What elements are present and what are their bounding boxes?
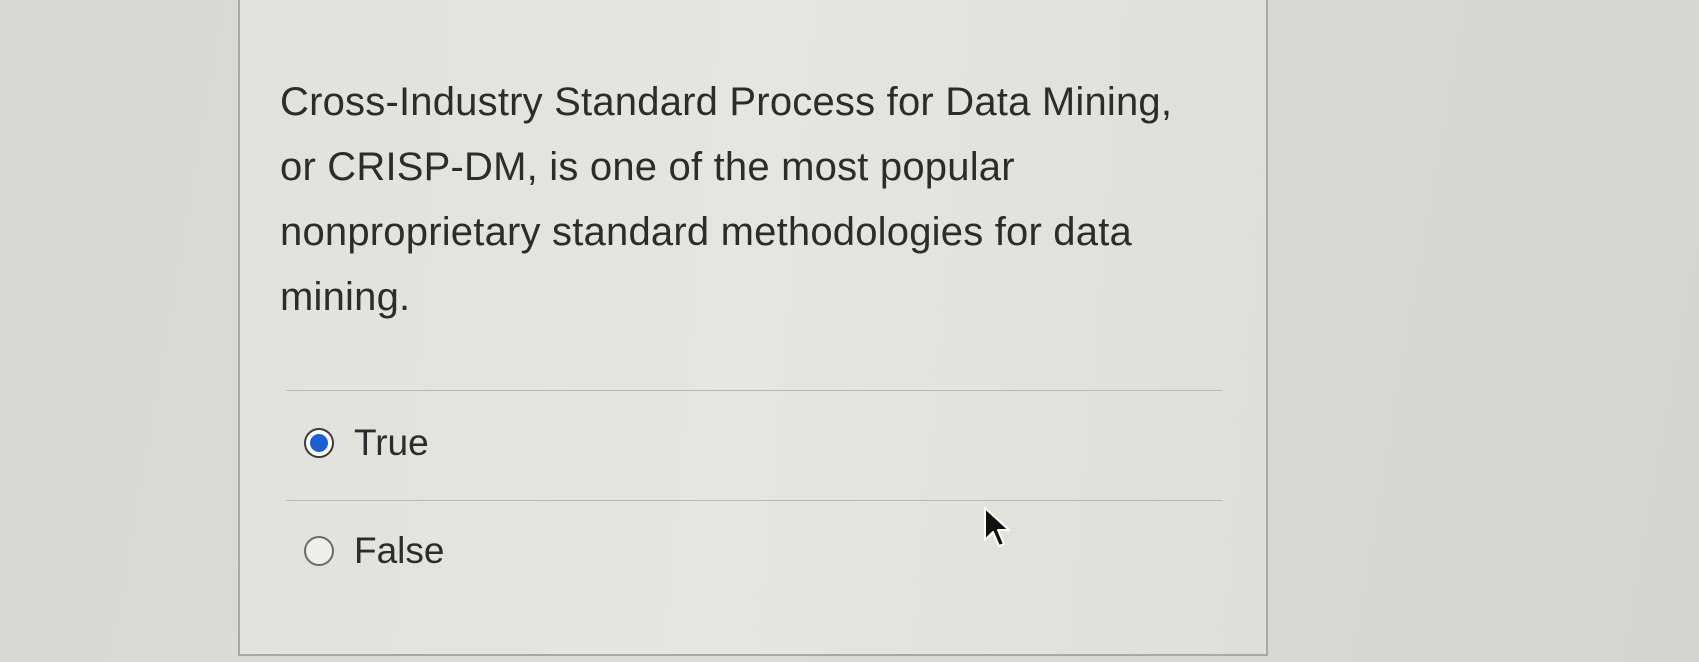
radio-button-false[interactable] [304, 536, 334, 566]
answer-option-false[interactable]: False [304, 526, 444, 576]
answer-label-true: True [354, 422, 429, 463]
answer-label-false: False [354, 530, 445, 571]
answer-option-true[interactable]: True [304, 418, 429, 468]
option-divider [286, 500, 1222, 501]
mouse-pointer-arrow-icon [984, 507, 1010, 547]
option-divider [286, 390, 1222, 391]
radio-button-true[interactable] [304, 428, 334, 458]
radio-selected-dot [310, 434, 328, 452]
question-panel: Cross-Industry Standard Process for Data… [238, 0, 1268, 656]
question-text: Cross-Industry Standard Process for Data… [280, 80, 1173, 319]
